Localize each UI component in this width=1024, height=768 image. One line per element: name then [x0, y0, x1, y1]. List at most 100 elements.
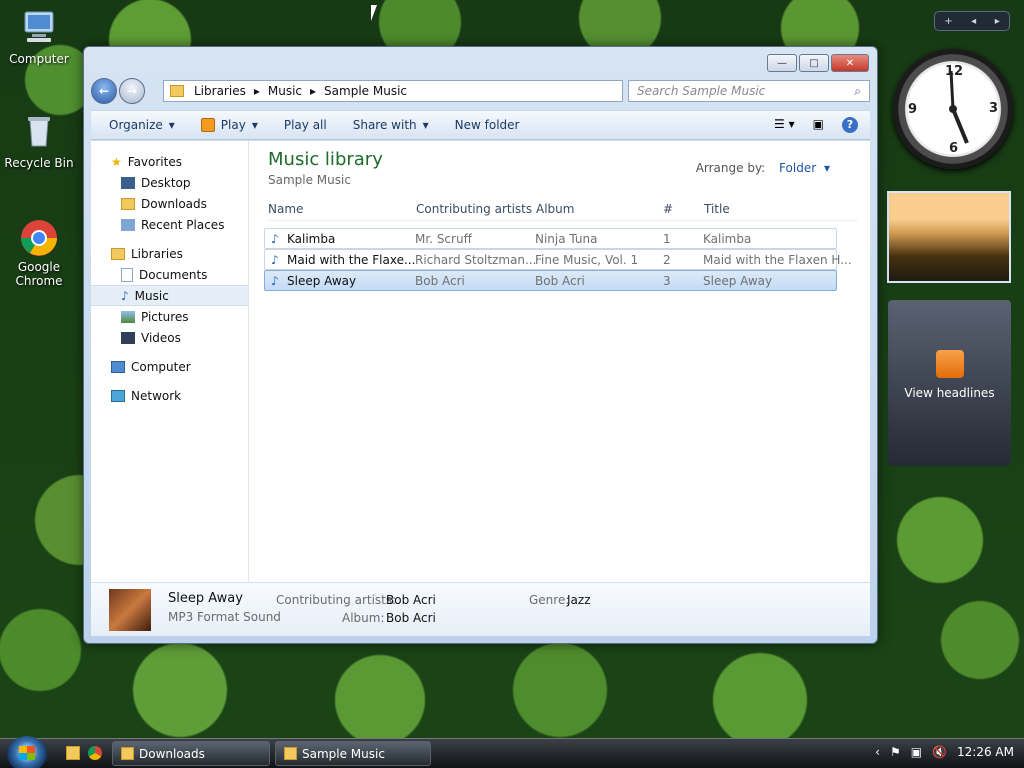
organize-label: Organize: [109, 118, 163, 132]
arrange-by-dropdown[interactable]: Folder ▾: [779, 161, 830, 175]
table-row[interactable]: ♪ Maid with the Flaxe... Richard Stoltzm…: [264, 249, 852, 270]
breadcrumb-music[interactable]: Music: [268, 84, 302, 98]
recent-places-icon: [121, 218, 135, 231]
file-list-pane: Music library Sample Music Arrange by: F…: [249, 141, 870, 636]
system-tray: ‹ ⚑ ▣ 🔇 12:26 AM: [875, 745, 1014, 759]
table-row[interactable]: ♪ Kalimba Mr. Scruff Ninja Tuna 1 Kalimb…: [264, 228, 837, 249]
back-button[interactable]: ←: [91, 78, 117, 104]
nav-documents-label: Documents: [139, 267, 208, 282]
nav-computer[interactable]: Computer: [91, 356, 248, 377]
previous-gadget-icon[interactable]: ◂: [971, 16, 976, 27]
volume-muted-icon[interactable]: 🔇: [932, 745, 947, 759]
window-controls: — □ ✕: [767, 54, 869, 72]
quicklaunch-chrome-icon[interactable]: [88, 746, 102, 760]
computer-icon: [17, 8, 61, 48]
address-bar[interactable]: Libraries ▸ Music ▸ Sample Music: [163, 80, 623, 102]
nav-downloads[interactable]: Downloads: [91, 193, 248, 214]
breadcrumb-separator-icon: ▸: [310, 84, 317, 98]
details-title: Sleep Away: [168, 591, 243, 606]
play-all-button[interactable]: Play all: [284, 118, 327, 132]
arrange-by-label: Arrange by:: [695, 161, 766, 175]
row-name: Maid with the Flaxe...: [287, 253, 416, 267]
row-name: Sleep Away: [287, 274, 357, 288]
details-genre-value: Jazz: [567, 593, 591, 607]
nav-favorites[interactable]: ★ Favorites: [91, 151, 248, 172]
new-folder-button[interactable]: New folder: [455, 118, 520, 132]
show-hidden-icons-icon[interactable]: ‹: [875, 745, 880, 759]
add-gadget-icon[interactable]: +: [944, 16, 952, 27]
nav-music-label: Music: [134, 288, 169, 303]
folder-icon: [284, 747, 297, 760]
desktop-icon-google-chrome[interactable]: Google Chrome: [2, 216, 76, 288]
clock-number-6: 6: [949, 141, 959, 156]
preview-pane-icon[interactable]: ▣: [813, 117, 824, 133]
next-gadget-icon[interactable]: ▸: [995, 16, 1000, 27]
close-button[interactable]: ✕: [831, 54, 869, 72]
taskbar-downloads-label: Downloads: [139, 746, 205, 761]
nav-music[interactable]: ♪ Music: [91, 285, 248, 306]
details-artists-value: Bob Acri: [386, 593, 436, 607]
column-album[interactable]: Album: [536, 202, 574, 216]
arrange-by-value: Folder: [779, 161, 817, 175]
details-album-label: Album:: [342, 611, 385, 625]
taskbar-downloads-button[interactable]: Downloads: [112, 741, 270, 766]
nav-favorites-label: Favorites: [127, 154, 182, 169]
clock-time[interactable]: 12:26 AM: [957, 745, 1014, 759]
nav-recent-label: Recent Places: [141, 217, 225, 232]
breadcrumb-libraries[interactable]: Libraries: [194, 84, 246, 98]
folder-icon: [170, 85, 184, 97]
nav-pictures[interactable]: Pictures: [91, 306, 248, 327]
slideshow-gadget[interactable]: [887, 191, 1011, 283]
row-title: Kalimba: [703, 232, 752, 246]
nav-recent-places[interactable]: Recent Places: [91, 214, 248, 235]
column-name[interactable]: Name: [268, 202, 303, 216]
feed-label[interactable]: View headlines: [888, 386, 1011, 400]
minimize-button[interactable]: —: [767, 54, 797, 72]
computer-small-icon: [111, 360, 125, 373]
breadcrumb-sample-music[interactable]: Sample Music: [324, 84, 407, 98]
toolbar: Organize ▾ Play ▾ Play all Share with ▾ …: [91, 110, 870, 140]
nav-videos[interactable]: Videos: [91, 327, 248, 348]
gadget-controls[interactable]: + ◂ ▸: [934, 11, 1010, 31]
column-track-number[interactable]: #: [663, 202, 673, 216]
navigation-pane: ★ Favorites Desktop Downloads Recent Pla…: [91, 141, 249, 636]
nav-documents[interactable]: Documents: [91, 264, 248, 285]
search-input[interactable]: Search Sample Music ⌕: [628, 80, 870, 102]
table-row-selected[interactable]: ♪ Sleep Away Bob Acri Bob Acri 3 Sleep A…: [264, 270, 837, 291]
row-artist: Bob Acri: [415, 274, 465, 288]
play-button[interactable]: Play ▾: [200, 118, 258, 132]
nav-videos-label: Videos: [141, 330, 181, 345]
details-type: MP3 Format Sound: [168, 610, 281, 624]
dropdown-arrow-icon: ▾: [823, 161, 830, 175]
taskbar-sample-music-button[interactable]: Sample Music: [275, 741, 431, 766]
column-contributing-artists[interactable]: Contributing artists: [416, 202, 532, 216]
column-title[interactable]: Title: [704, 202, 730, 216]
network-icon[interactable]: ▣: [911, 745, 922, 759]
toolbar-right: ☰ ▾ ▣ ?: [774, 117, 858, 133]
nav-network-label: Network: [131, 388, 182, 403]
share-with-button[interactable]: Share with ▾: [353, 118, 429, 132]
nav-desktop[interactable]: Desktop: [91, 172, 248, 193]
forward-button[interactable]: →: [119, 78, 145, 104]
desktop-icon-recycle-bin[interactable]: Recycle Bin: [2, 112, 76, 170]
nav-network[interactable]: Network: [91, 385, 248, 406]
help-icon[interactable]: ?: [842, 117, 858, 133]
pictures-icon: [121, 310, 135, 323]
view-options-icon[interactable]: ☰ ▾: [774, 117, 795, 133]
feed-gadget[interactable]: View headlines: [888, 300, 1011, 466]
organize-button[interactable]: Organize ▾: [109, 118, 175, 132]
row-number: 3: [663, 274, 671, 288]
start-button[interactable]: [7, 736, 47, 768]
music-file-icon: ♪: [271, 232, 279, 246]
quicklaunch-folder-icon[interactable]: [66, 746, 80, 760]
maximize-button[interactable]: □: [799, 54, 829, 72]
search-placeholder: Search Sample Music: [637, 84, 766, 98]
taskbar: Downloads Sample Music ‹ ⚑ ▣ 🔇 12:26 AM: [0, 736, 1024, 768]
dropdown-arrow-icon: ▾: [168, 118, 175, 132]
nav-libraries[interactable]: Libraries: [91, 243, 248, 264]
action-center-icon[interactable]: ⚑: [890, 745, 901, 759]
desktop-icon-label: Google Chrome: [15, 260, 63, 288]
desktop-icon-computer[interactable]: Computer: [2, 8, 76, 66]
play-all-label: Play all: [283, 118, 327, 132]
rss-icon: [935, 350, 964, 378]
